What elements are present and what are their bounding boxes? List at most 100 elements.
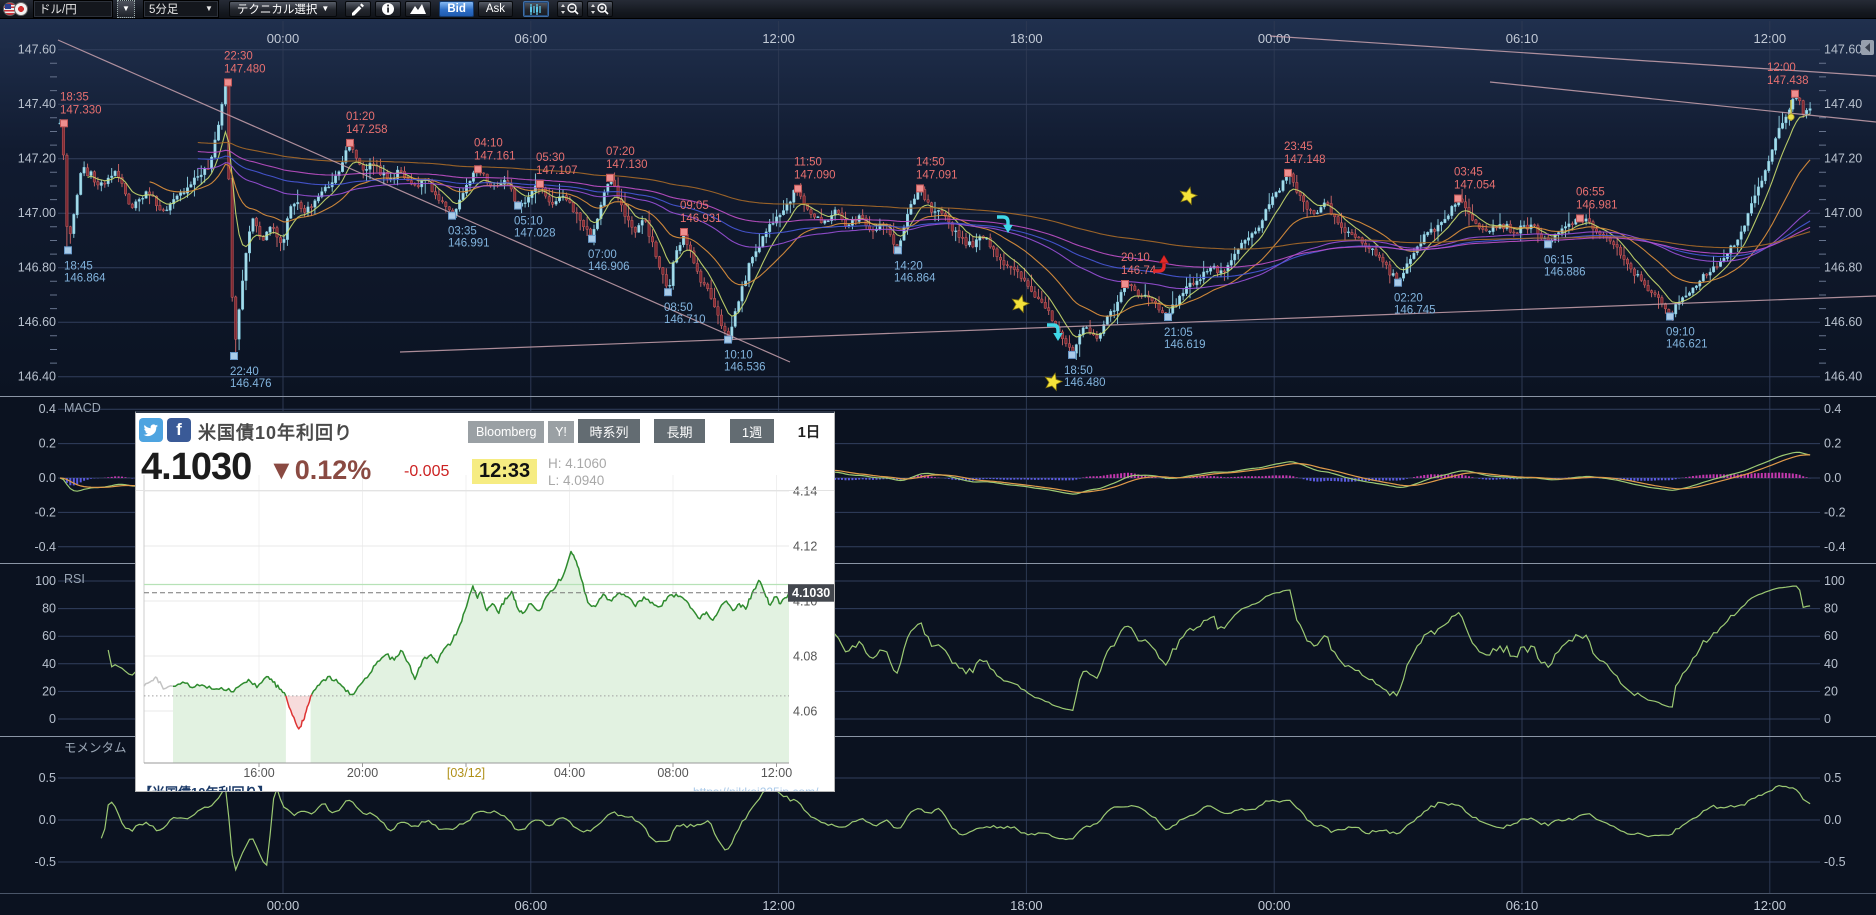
svg-text:20:00: 20:00 (347, 766, 378, 780)
ask-label: Ask (486, 3, 505, 15)
bid-label: Bid (447, 3, 466, 15)
svg-text:80: 80 (42, 602, 56, 616)
jp-flag-icon (14, 2, 28, 16)
info-button[interactable] (375, 1, 401, 17)
svg-text:00:00: 00:00 (1258, 31, 1291, 46)
twitter-bird-icon (143, 424, 159, 437)
tab-day[interactable]: 1日 (790, 419, 828, 443)
popup-separator (136, 490, 834, 491)
svg-text:146.906: 146.906 (588, 261, 630, 273)
svg-text:147.40: 147.40 (1824, 97, 1862, 111)
svg-text:0: 0 (1824, 712, 1831, 726)
svg-text:08:00: 08:00 (657, 766, 688, 780)
svg-text:100: 100 (1824, 574, 1845, 588)
ask-button[interactable]: Ask (478, 1, 513, 17)
svg-text:00:00: 00:00 (1258, 898, 1291, 913)
chevron-down-icon: ▼ (122, 5, 130, 13)
svg-text:03:45: 03:45 (1454, 167, 1483, 179)
tab-longterm[interactable]: 長期 (654, 419, 705, 443)
svg-text:01:20: 01:20 (346, 111, 375, 123)
svg-text:80: 80 (1824, 602, 1838, 616)
svg-text:0.5: 0.5 (1824, 771, 1841, 785)
currency-pair-select[interactable]: ドル/円 (33, 0, 113, 18)
axis-scroll-thumb[interactable] (1861, 40, 1874, 55)
bid-button[interactable]: Bid (439, 1, 474, 17)
svg-text:12:00: 12:00 (1767, 62, 1796, 74)
timeframe-select[interactable]: 5分足 ▼ (143, 0, 219, 18)
svg-text:-0.5: -0.5 (34, 855, 56, 869)
technical-select-label: テクニカル選択 (237, 1, 318, 17)
svg-text:146.886: 146.886 (1544, 266, 1586, 278)
svg-text:06:00: 06:00 (515, 31, 548, 46)
svg-text:146.40: 146.40 (18, 370, 56, 384)
svg-text:0.0: 0.0 (39, 813, 56, 827)
svg-text:4.08: 4.08 (793, 650, 817, 664)
svg-text:146.40: 146.40 (1824, 370, 1862, 384)
tab-timeseries[interactable]: 時系列 (578, 419, 640, 443)
svg-text:147.054: 147.054 (1454, 180, 1496, 192)
svg-text:4.14: 4.14 (793, 485, 817, 499)
svg-text:4.12: 4.12 (793, 540, 817, 554)
svg-text:20: 20 (1824, 684, 1838, 698)
svg-text:12:00: 12:00 (761, 766, 792, 780)
twitter-share-button[interactable] (139, 418, 163, 442)
svg-text:146.864: 146.864 (64, 272, 106, 284)
chevron-down-icon: ▼ (205, 5, 213, 13)
tab-week[interactable]: 1週 (730, 419, 774, 443)
bloomberg-button[interactable]: Bloomberg (468, 421, 544, 443)
svg-text:4.06: 4.06 (793, 705, 817, 719)
svg-text:147.148: 147.148 (1284, 154, 1326, 166)
facebook-share-button[interactable]: f (167, 418, 191, 442)
svg-text:14:20: 14:20 (894, 260, 923, 272)
currency-pair-label: ドル/円 (39, 1, 107, 17)
current-yield-tag: 4.1030 (788, 584, 834, 602)
svg-text:06:00: 06:00 (515, 898, 548, 913)
svg-text:0.0: 0.0 (1824, 471, 1841, 485)
svg-text:0.2: 0.2 (39, 437, 56, 451)
zoom-out-vertical-button[interactable] (557, 1, 583, 17)
technical-select-button[interactable]: テクニカル選択 ▼ (229, 1, 337, 17)
chart-style-button[interactable] (523, 1, 549, 17)
svg-text:147.028: 147.028 (514, 228, 556, 240)
svg-text:09:05: 09:05 (680, 200, 709, 212)
zoom-in-vertical-button[interactable] (587, 1, 613, 17)
info-icon (381, 2, 395, 16)
svg-text:23:45: 23:45 (1284, 141, 1313, 153)
svg-text:147.258: 147.258 (346, 124, 388, 136)
svg-text:07:20: 07:20 (606, 146, 635, 158)
svg-text:146.80: 146.80 (1824, 261, 1862, 275)
timeframe-label: 5分足 (149, 1, 205, 17)
svg-text:14:50: 14:50 (916, 156, 945, 168)
svg-text:147.60: 147.60 (18, 43, 56, 57)
svg-text:100: 100 (35, 574, 56, 588)
svg-text:40: 40 (42, 657, 56, 671)
svg-text:146.60: 146.60 (18, 315, 56, 329)
svg-text:147.107: 147.107 (536, 165, 578, 177)
svg-text:02:20: 02:20 (1394, 293, 1423, 305)
svg-text:10:10: 10:10 (724, 350, 753, 362)
candlestick-icon (528, 3, 544, 16)
draw-tool-button[interactable] (345, 1, 371, 17)
svg-text:0.0: 0.0 (39, 471, 56, 485)
currency-pair-dropdown-button[interactable]: ▼ (117, 0, 135, 18)
popup-title: 米国債10年利回り (198, 419, 353, 445)
svg-text:20: 20 (42, 684, 56, 698)
svg-text:147.130: 147.130 (606, 159, 648, 171)
svg-text:147.330: 147.330 (60, 104, 102, 116)
svg-text:146.74: 146.74 (1121, 265, 1157, 277)
svg-text:146.621: 146.621 (1666, 339, 1708, 351)
area-chart-button[interactable] (405, 1, 431, 17)
yahoo-button[interactable]: Y! (548, 421, 574, 443)
svg-text:147.480: 147.480 (224, 63, 266, 75)
svg-text:147.20: 147.20 (18, 152, 56, 166)
svg-text:147.091: 147.091 (916, 169, 958, 181)
pencil-icon (350, 2, 366, 16)
svg-text:0.4: 0.4 (1824, 402, 1841, 416)
svg-text:22:30: 22:30 (224, 50, 253, 62)
svg-text:147.00: 147.00 (1824, 206, 1862, 220)
toolbar: ドル/円 ▼ 5分足 ▼ テクニカル選択 ▼ Bid Ask (0, 0, 1876, 19)
svg-text:146.931: 146.931 (680, 213, 722, 225)
popup-footer-link[interactable]: https://nikkei225jp.com/ (693, 785, 818, 792)
svg-text:16:00: 16:00 (243, 766, 274, 780)
svg-text:147.00: 147.00 (18, 206, 56, 220)
